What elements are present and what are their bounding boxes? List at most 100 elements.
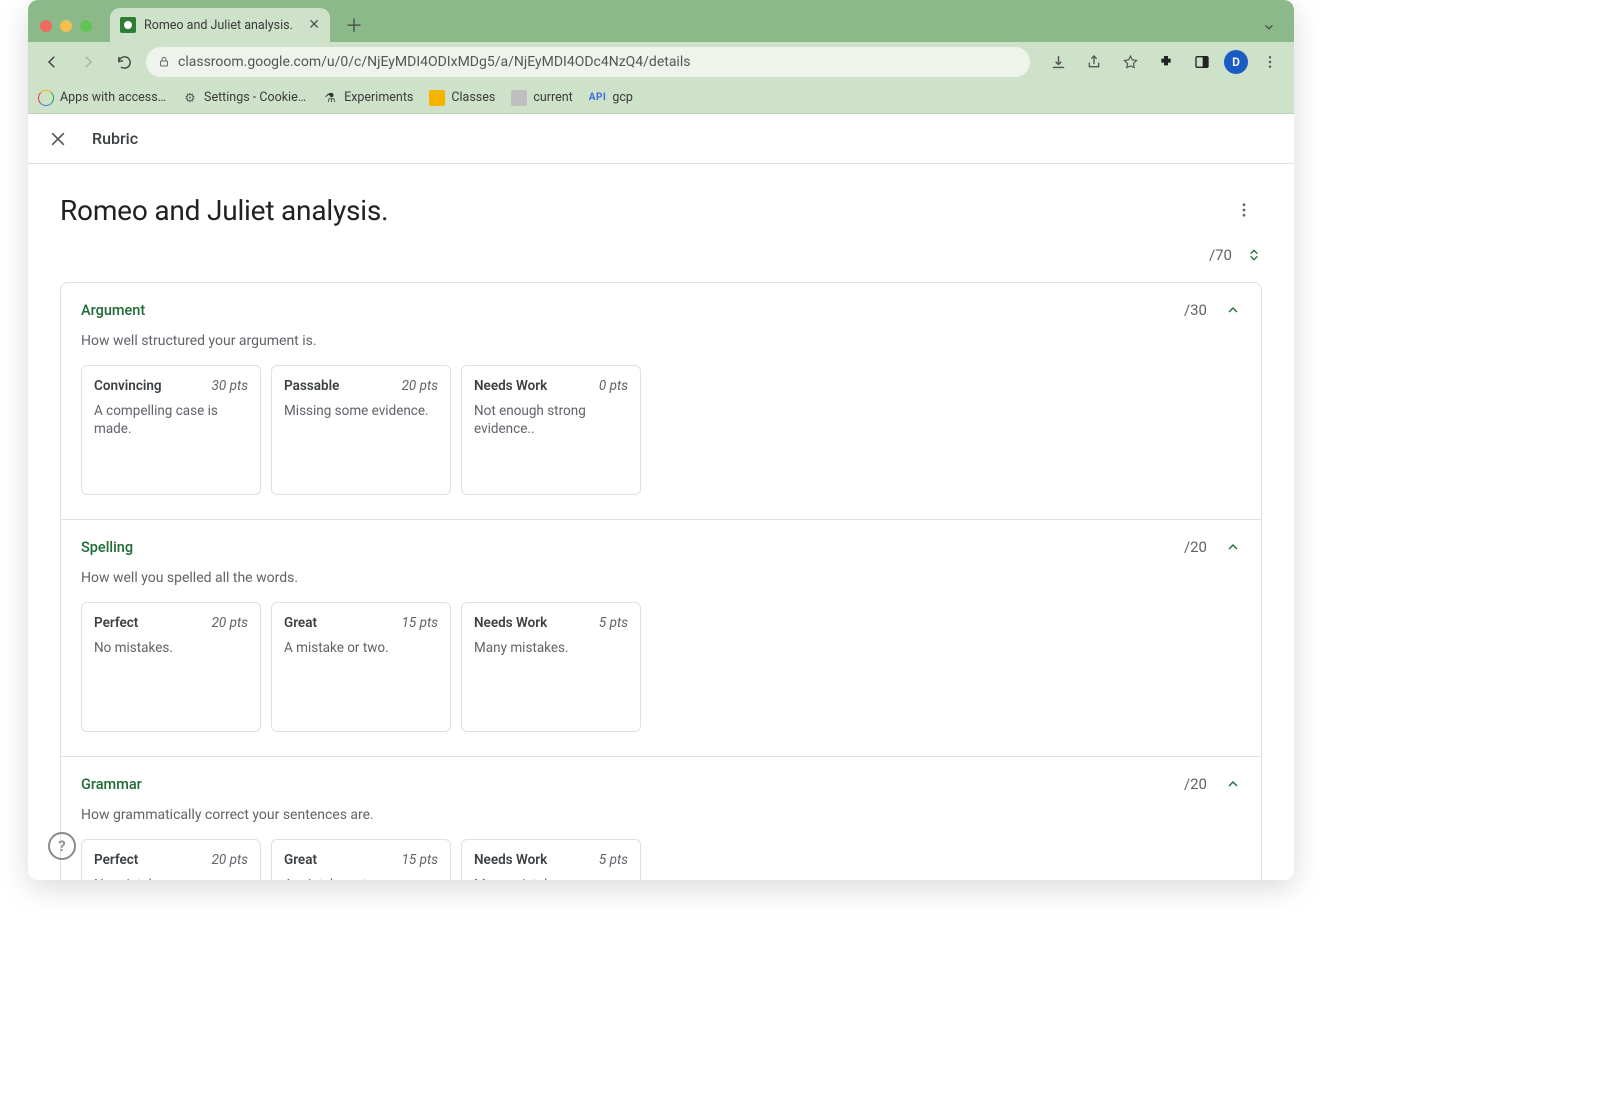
level-description: No mistakes. xyxy=(94,876,248,880)
level-name: Needs Work xyxy=(474,615,547,631)
criterion-description: How grammatically correct your sentences… xyxy=(81,807,1241,823)
criterion-description: How well structured your argument is. xyxy=(81,333,1241,349)
level-description: Many mistakes. xyxy=(474,639,628,657)
forward-button[interactable] xyxy=(74,48,102,76)
tab-menu-button[interactable] xyxy=(1262,20,1276,34)
lock-icon xyxy=(158,56,170,68)
close-tab-button[interactable]: ✕ xyxy=(308,17,320,33)
classroom-icon xyxy=(429,90,445,106)
bookmark-experiments[interactable]: ⚗ Experiments xyxy=(322,90,413,106)
address-bar: classroom.google.com/u/0/c/NjEyMDI4ODIxM… xyxy=(28,42,1294,82)
profile-avatar[interactable]: D xyxy=(1224,50,1248,74)
level-card[interactable]: Perfect 20 pts No mistakes. xyxy=(81,839,261,880)
level-description: A compelling case is made. xyxy=(94,402,248,438)
level-name: Needs Work xyxy=(474,852,547,868)
bookmark-label: gcp xyxy=(612,90,633,105)
level-name: Needs Work xyxy=(474,378,547,394)
level-description: No mistakes. xyxy=(94,639,248,657)
more-options-button[interactable] xyxy=(1226,192,1262,228)
level-description: A mistake or two. xyxy=(284,876,438,880)
criterion: Argument/30 How well structured your argu… xyxy=(61,283,1261,519)
reload-button[interactable] xyxy=(110,48,138,76)
tab-title: Romeo and Juliet analysis. xyxy=(144,18,293,33)
total-points: /70 xyxy=(1209,246,1232,264)
level-name: Passable xyxy=(284,378,339,394)
level-name: Convincing xyxy=(94,378,162,394)
share-icon[interactable] xyxy=(1080,48,1108,76)
collapse-criterion-button[interactable] xyxy=(1225,776,1241,792)
browser-tabstrip: Romeo and Juliet analysis. ✕ ＋ xyxy=(28,0,1294,42)
help-button[interactable]: ? xyxy=(48,832,76,860)
browser-tab[interactable]: Romeo and Juliet analysis. ✕ xyxy=(110,8,330,42)
minimize-window-button[interactable] xyxy=(60,20,72,32)
criterion-name: Spelling xyxy=(81,539,133,556)
bookmark-current[interactable]: current xyxy=(511,90,572,106)
criterion-name: Argument xyxy=(81,302,145,319)
level-points: 5 pts xyxy=(599,852,628,868)
criterion-points: /30 xyxy=(1184,301,1207,319)
bookmark-classes[interactable]: Classes xyxy=(429,90,495,106)
criterion-description: How well you spelled all the words. xyxy=(81,570,1241,586)
bookmark-apps-access[interactable]: Apps with access… xyxy=(38,90,166,106)
url-input[interactable]: classroom.google.com/u/0/c/NjEyMDI4ODIxM… xyxy=(146,47,1030,77)
folder-icon xyxy=(511,90,527,106)
criterion: Spelling/20 How well you spelled all the … xyxy=(61,519,1261,756)
level-card[interactable]: Passable 20 pts Missing some evidence. xyxy=(271,365,451,495)
bookmark-settings[interactable]: ⚙ Settings - Cookie… xyxy=(182,90,306,106)
maximize-window-button[interactable] xyxy=(80,20,92,32)
classroom-favicon-icon xyxy=(120,17,136,33)
level-description: Not enough strong evidence.. xyxy=(474,402,628,438)
collapse-criterion-button[interactable] xyxy=(1225,302,1241,318)
chrome-menu-button[interactable] xyxy=(1256,48,1284,76)
level-name: Perfect xyxy=(94,852,138,868)
flask-icon: ⚗ xyxy=(322,90,338,106)
level-description: Many mistakes. xyxy=(474,876,628,880)
level-card[interactable]: Needs Work 5 pts Many mistakes. xyxy=(461,839,641,880)
bookmark-gcp[interactable]: API gcp xyxy=(589,90,633,105)
level-name: Great xyxy=(284,615,317,631)
level-card[interactable]: Convincing 30 pts A compelling case is mad… xyxy=(81,365,261,495)
gear-icon: ⚙ xyxy=(182,90,198,106)
criterion-points: /20 xyxy=(1184,775,1207,793)
page-title: Romeo and Juliet analysis. xyxy=(60,194,388,227)
new-tab-button[interactable]: ＋ xyxy=(340,11,368,39)
collapse-all-button[interactable] xyxy=(1246,247,1262,263)
criterion: Grammar/20 How grammatically correct your… xyxy=(61,756,1261,880)
level-points: 20 pts xyxy=(212,852,248,868)
criterion-points: /20 xyxy=(1184,538,1207,556)
level-card[interactable]: Great15 ptsA mistake or two. xyxy=(271,839,451,880)
collapse-criterion-button[interactable] xyxy=(1225,539,1241,555)
bookmark-label: current xyxy=(533,90,572,105)
level-name: Great xyxy=(284,852,317,868)
rubric-label: Rubric xyxy=(92,129,138,148)
level-description: A mistake or two. xyxy=(284,639,438,657)
level-card[interactable]: Perfect20 ptsNo mistakes. xyxy=(81,602,261,732)
level-description: Missing some evidence. xyxy=(284,402,438,420)
bookmark-label: Experiments xyxy=(344,90,413,105)
bookmark-label: Classes xyxy=(451,90,495,105)
level-card[interactable]: Needs Work0 ptsNot enough strong evidenc… xyxy=(461,365,641,495)
api-icon: API xyxy=(589,92,607,103)
window-controls xyxy=(40,20,92,32)
level-points: 15 pts xyxy=(402,615,438,631)
close-window-button[interactable] xyxy=(40,20,52,32)
back-button[interactable] xyxy=(38,48,66,76)
level-points: 20 pts xyxy=(402,378,438,394)
bookmark-label: Apps with access… xyxy=(60,90,166,105)
close-rubric-button[interactable] xyxy=(44,125,72,153)
level-card[interactable]: Great 15 pts A mistake or two. xyxy=(271,602,451,732)
levels-row: Convincing 30 pts A compelling case is mad… xyxy=(81,365,1241,495)
star-icon[interactable] xyxy=(1116,48,1144,76)
avatar-letter: D xyxy=(1232,55,1240,69)
bookmark-label: Settings - Cookie… xyxy=(204,90,306,105)
extensions-icon[interactable] xyxy=(1152,48,1180,76)
levels-row: Perfect20 ptsNo mistakes. Great 15 pts A mi… xyxy=(81,602,1241,732)
levels-row: Perfect 20 pts No mistakes. Great15 ptsA mi… xyxy=(81,839,1241,880)
sidepanel-icon[interactable] xyxy=(1188,48,1216,76)
install-icon[interactable] xyxy=(1044,48,1072,76)
criteria-container: Argument/30 How well structured your argu… xyxy=(60,282,1262,880)
level-points: 30 pts xyxy=(212,378,248,394)
level-card[interactable]: Needs Work5 ptsMany mistakes. xyxy=(461,602,641,732)
criterion-name: Grammar xyxy=(81,776,142,793)
level-name: Perfect xyxy=(94,615,138,631)
